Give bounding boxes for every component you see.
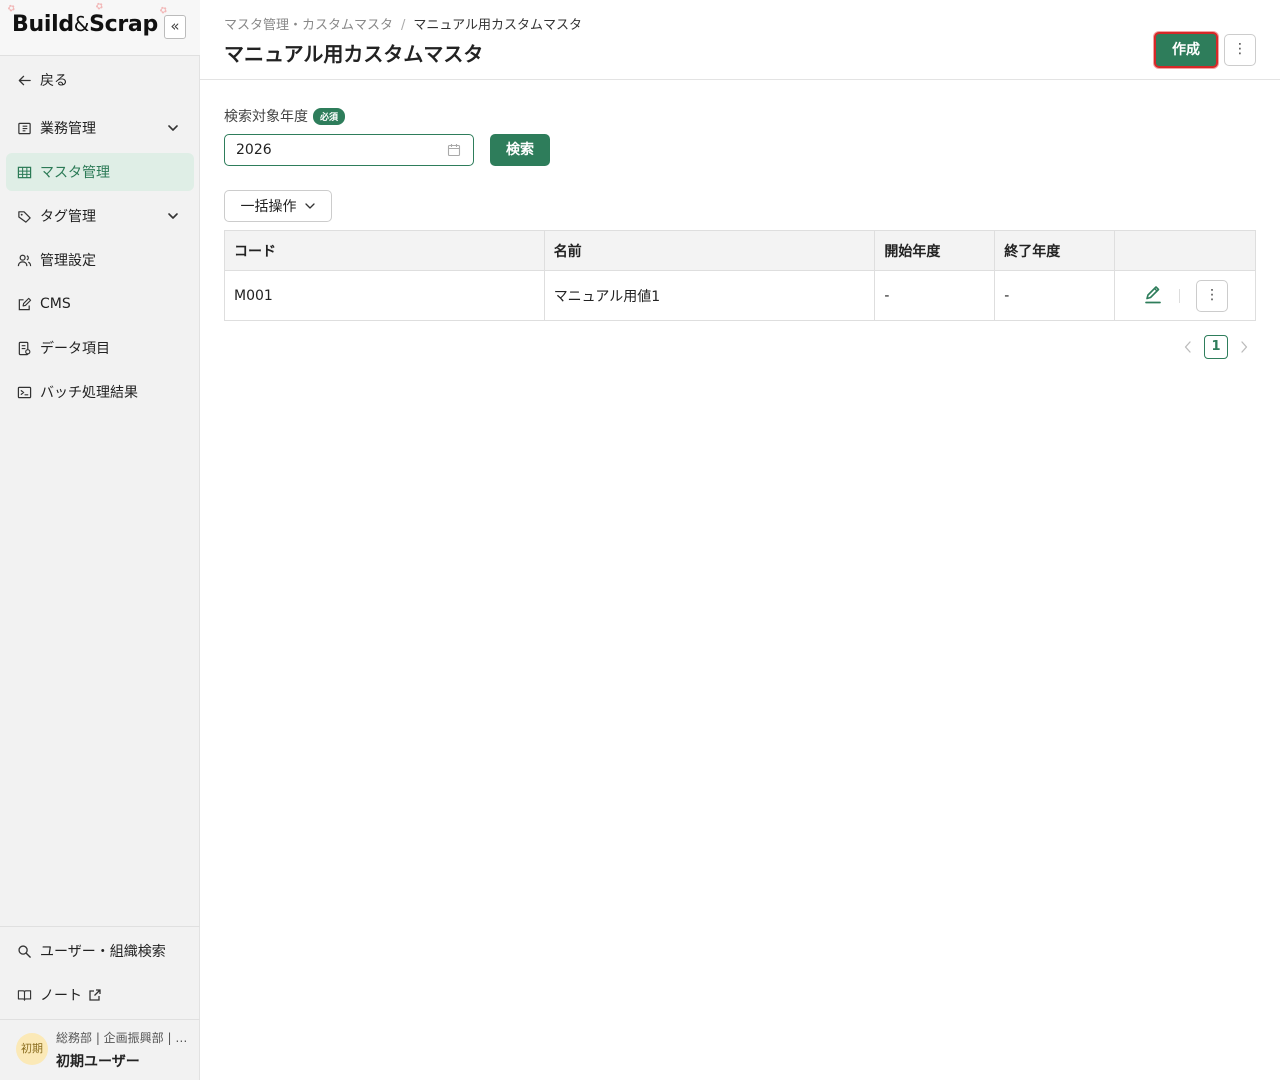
breadcrumb: マスタ管理・カスタムマスタ / マニュアル用カスタムマスタ [224,14,582,33]
book-icon [16,987,32,1003]
sidebar-item-batch-results[interactable]: バッチ処理結果 [6,373,194,411]
sidebar-item-data-fields[interactable]: データ項目 [6,329,194,367]
pagination-prev-icon[interactable] [1182,339,1194,355]
page-header: マスタ管理・カスタムマスタ / マニュアル用カスタムマスタ マニュアル用カスタムマス… [200,0,1280,80]
cell-name: マニュアル用値1 [543,270,876,321]
sidebar-item-tag[interactable]: タグ管理 [6,197,194,235]
sidebar-item-label: タグ管理 [40,209,96,225]
column-header-start-year: 開始年度 [874,230,996,271]
back-button[interactable]: 戻る [6,61,194,99]
bulk-action-dropdown[interactable]: 一括操作 [224,190,332,222]
row-action-divider [1179,289,1181,303]
master-table: コード 名前 開始年度 終了年度 M001 マニュアル用値1 - - ⋮ [224,230,1256,321]
sidebar-item-label: ノート [40,988,82,1004]
board-icon [16,120,32,136]
search-year-label: 検索対象年度 必須 [224,106,346,126]
column-header-name: 名前 [543,230,876,271]
sidebar: ✿ ✿ ✿ Build&Scrap « 戻る 業務管理 マスタ管理 タグ管理 管… [0,0,200,1080]
edit-icon[interactable] [1143,285,1163,305]
sidebar-item-label: CMS [40,296,71,312]
chevron-down-icon [168,125,178,131]
cell-start-year: - [874,270,996,321]
tag-icon [16,208,32,224]
arrow-left-icon [16,72,32,88]
sidebar-item-master[interactable]: マスタ管理 [6,153,194,191]
column-header-code: コード [224,230,545,271]
collapse-sidebar-button[interactable]: « [164,15,186,39]
users-icon [16,252,32,268]
external-link-icon [88,988,102,1002]
search-icon [16,943,32,959]
row-actions: ⋮ [1115,271,1255,320]
logo-bar: ✿ ✿ ✿ Build&Scrap « [0,0,200,56]
pagination-next-icon[interactable] [1238,339,1250,355]
table-header-row: コード 名前 開始年度 終了年度 [224,230,1256,271]
more-vertical-icon: ⋮ [1233,41,1247,57]
header-more-button[interactable]: ⋮ [1224,34,1256,66]
sidebar-item-label: 管理設定 [40,253,96,269]
logo-text-left: Build [12,12,74,37]
logo-text-amp: & [73,12,90,36]
create-button[interactable]: 作成 [1154,32,1218,68]
sidebar-item-cms[interactable]: CMS [6,285,194,323]
sidebar-item-label: マスタ管理 [40,165,110,181]
user-name: 初期ユーザー [56,1054,140,1070]
calendar-icon[interactable] [447,143,461,157]
sidebar-item-label: データ項目 [40,341,110,357]
sidebar-item-label: ユーザー・組織検索 [40,944,166,960]
sidebar-item-label: 業務管理 [40,121,96,137]
sidebar-divider [0,926,200,927]
breadcrumb-separator: / [401,18,406,33]
page-title: マニュアル用カスタムマスタ [224,42,484,66]
sidebar-item-user-search[interactable]: ユーザー・組織検索 [6,932,194,970]
terminal-icon [16,384,32,400]
breadcrumb-parent[interactable]: マスタ管理・カスタムマスタ [224,18,393,33]
document-icon [16,340,32,356]
row-more-button[interactable]: ⋮ [1196,280,1229,312]
table-row: M001 マニュアル用値1 - - ⋮ [224,270,1256,321]
user-department: 総務部 | 企画振興部 | … [56,1031,188,1045]
sidebar-item-admin-settings[interactable]: 管理設定 [6,241,194,279]
search-button[interactable]: 検索 [490,134,550,166]
edit-square-icon [16,296,32,312]
column-header-actions [1114,230,1256,271]
chevron-down-icon [304,203,315,209]
logo-text-right: Scrap [89,12,158,37]
breadcrumb-current: マニュアル用カスタムマスタ [413,18,583,33]
cell-code: M001 [224,270,545,321]
cell-actions: ⋮ [1114,270,1256,321]
sidebar-item-business[interactable]: 業務管理 [6,109,194,147]
app-logo[interactable]: Build&Scrap [12,12,158,37]
sidebar-item-label: バッチ処理結果 [40,385,138,401]
search-year-label-text: 検索対象年度 [224,109,308,125]
chevron-down-icon [168,213,178,219]
sidebar-item-note[interactable]: ノート [6,976,194,1014]
search-year-input[interactable]: 2026 [224,134,474,166]
current-user[interactable]: 初期 総務部 | 企画振興部 | … 初期ユーザー [0,1020,200,1080]
avatar: 初期 [16,1033,48,1065]
required-badge: 必須 [313,107,346,125]
bulk-action-label: 一括操作 [240,199,297,215]
table-icon [16,164,32,180]
column-header-end-year: 終了年度 [994,230,1116,271]
pagination-page-current[interactable]: 1 [1204,335,1228,359]
search-year-value: 2026 [236,142,272,158]
more-vertical-icon: ⋮ [1205,287,1220,303]
cell-end-year: - [994,270,1116,321]
back-label: 戻る [40,73,68,89]
